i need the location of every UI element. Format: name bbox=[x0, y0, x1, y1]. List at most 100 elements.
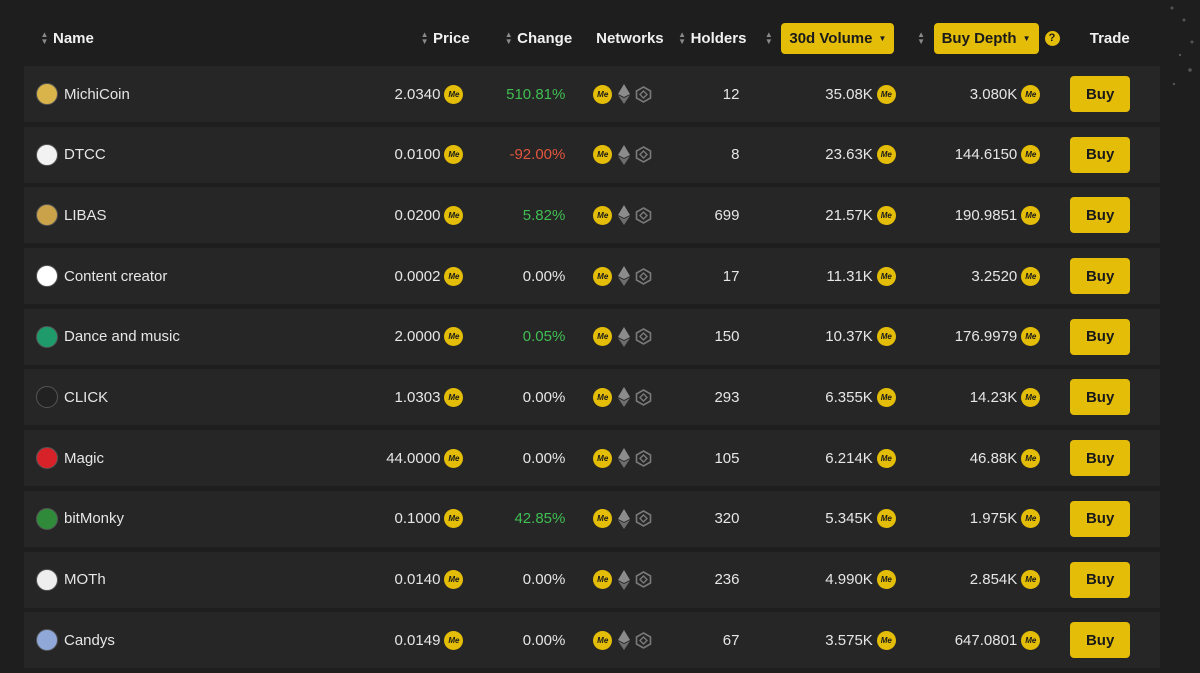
depth-cell: 647.0801 Me bbox=[896, 630, 1041, 650]
trade-cell: Buy bbox=[1040, 500, 1160, 537]
token-name-cell[interactable]: MichiCoin bbox=[24, 83, 333, 105]
header-depth-label: Buy Depth bbox=[941, 29, 1017, 47]
token-avatar bbox=[36, 447, 58, 470]
change-value: 0.00% bbox=[522, 388, 566, 406]
buy-button[interactable]: Buy bbox=[1070, 136, 1131, 173]
depth-cell: 2.854K Me bbox=[896, 570, 1041, 589]
volume-dropdown[interactable]: 30d Volume ▼ bbox=[781, 22, 895, 54]
table-row[interactable]: Content creator 0.0002 Me 0.00% Me 17 11… bbox=[24, 248, 1160, 305]
change-cell: 0.05% bbox=[463, 328, 566, 346]
sort-volume-header[interactable]: ▲ ▼ 30d Volume ▼ bbox=[737, 10, 895, 66]
token-name-cell[interactable]: Dance and music bbox=[24, 325, 333, 348]
token-name: MOTh bbox=[64, 571, 106, 588]
token-avatar bbox=[36, 83, 58, 105]
depth-cell: 46.88K Me bbox=[896, 448, 1041, 468]
help-icon[interactable]: ? bbox=[1044, 30, 1060, 46]
buy-button[interactable]: Buy bbox=[1070, 197, 1131, 234]
token-name-cell[interactable]: CLICK bbox=[24, 386, 333, 409]
buy-button[interactable]: Buy bbox=[1070, 379, 1131, 416]
me-coin-icon: Me bbox=[876, 387, 896, 407]
token-name-cell[interactable]: bitMonky bbox=[24, 507, 333, 530]
holders-value: 67 bbox=[722, 631, 740, 649]
me-network-icon: Me bbox=[593, 145, 613, 165]
header-networks-label: Networks bbox=[596, 29, 664, 47]
token-name-cell[interactable]: LIBAS bbox=[24, 204, 333, 227]
volume-cell: 4.990K Me bbox=[739, 570, 896, 589]
buy-button[interactable]: Buy bbox=[1070, 318, 1131, 355]
me-coin-icon: Me bbox=[444, 327, 464, 347]
table-row[interactable]: DTCC 0.0100 Me -92.00% Me 8 23.63K Me 14… bbox=[24, 126, 1160, 183]
table-row[interactable]: LIBAS 0.0200 Me 5.82% Me 699 21.57K Me 1… bbox=[24, 187, 1160, 244]
token-avatar bbox=[36, 629, 58, 652]
change-cell: 0.00% bbox=[463, 631, 566, 649]
depth-value: 3.080K bbox=[969, 85, 1018, 103]
volume-value: 35.08K bbox=[825, 85, 873, 103]
depth-value: 3.2520 bbox=[971, 267, 1018, 285]
depth-value: 176.9979 bbox=[954, 328, 1018, 346]
token-name-cell[interactable]: Content creator bbox=[24, 265, 333, 288]
volume-cell: 6.355K Me bbox=[739, 387, 896, 407]
holders-cell: 320 bbox=[680, 510, 739, 527]
networks-cell: Me bbox=[565, 630, 680, 651]
sort-change-header[interactable]: ▲ ▼ Change bbox=[470, 10, 572, 66]
table-row[interactable]: Candys 0.0149 Me 0.00% Me 67 3.575K Me 6… bbox=[24, 612, 1160, 669]
token-name-cell[interactable]: DTCC bbox=[24, 143, 333, 166]
bnb-chain-icon bbox=[635, 145, 652, 165]
token-name-cell[interactable]: Magic bbox=[24, 447, 333, 470]
volume-value: 6.355K bbox=[825, 388, 873, 406]
token-name: bitMonky bbox=[64, 510, 125, 528]
buy-button[interactable]: Buy bbox=[1070, 440, 1131, 477]
token-name-cell[interactable]: MOTh bbox=[24, 568, 333, 591]
sort-price-header[interactable]: ▲ ▼ Price bbox=[338, 10, 470, 66]
token-name: CLICK bbox=[64, 388, 109, 406]
trade-cell: Buy bbox=[1040, 197, 1160, 234]
sort-arrows-icon: ▲ ▼ bbox=[764, 30, 773, 46]
price-value: 0.1000 bbox=[394, 510, 441, 528]
price-value: 2.0340 bbox=[394, 85, 441, 103]
me-coin-icon: Me bbox=[1021, 387, 1041, 407]
table-row[interactable]: bitMonky 0.1000 Me 42.85% Me 320 5.345K … bbox=[24, 490, 1160, 547]
depth-cell: 190.9851 Me bbox=[896, 205, 1041, 225]
table-row[interactable]: CLICK 1.0303 Me 0.00% Me 293 6.355K Me 1… bbox=[24, 369, 1160, 426]
buy-button[interactable]: Buy bbox=[1070, 76, 1131, 112]
price-cell: 0.1000 Me bbox=[333, 509, 464, 529]
holders-value: 293 bbox=[714, 388, 740, 406]
change-value: 0.05% bbox=[522, 328, 566, 346]
ethereum-icon bbox=[615, 84, 632, 104]
header-change-label: Change bbox=[517, 29, 573, 47]
token-name-cell[interactable]: Candys bbox=[24, 629, 333, 652]
ethereum-icon bbox=[615, 448, 632, 469]
table-row[interactable]: Magic 44.0000 Me 0.00% Me 105 6.214K Me … bbox=[24, 430, 1160, 487]
sort-name-header[interactable]: ▲ ▼ Name bbox=[24, 10, 338, 66]
holders-value: 236 bbox=[714, 571, 740, 588]
holders-value: 105 bbox=[714, 449, 740, 467]
me-coin-icon: Me bbox=[1021, 327, 1041, 347]
holders-cell: 8 bbox=[680, 146, 739, 163]
token-avatar bbox=[36, 507, 58, 530]
bnb-chain-icon bbox=[635, 630, 652, 650]
depth-cell: 176.9979 Me bbox=[896, 327, 1041, 347]
price-cell: 44.0000 Me bbox=[333, 448, 464, 468]
table-row[interactable]: MOTh 0.0140 Me 0.00% Me 236 4.990K Me 2.… bbox=[24, 551, 1160, 608]
bnb-chain-icon bbox=[635, 570, 652, 590]
change-value: 0.00% bbox=[522, 631, 566, 649]
sort-arrows-icon: ▲ ▼ bbox=[678, 30, 687, 46]
buy-button[interactable]: Buy bbox=[1070, 258, 1131, 295]
me-coin-icon: Me bbox=[1021, 205, 1041, 225]
depth-cell: 3.080K Me bbox=[896, 84, 1041, 104]
holders-cell: 12 bbox=[680, 86, 740, 103]
depth-dropdown[interactable]: Buy Depth ▼ bbox=[933, 22, 1039, 54]
bnb-chain-icon bbox=[635, 205, 652, 225]
sort-depth-header[interactable]: ▲ ▼ Buy Depth ▼ ? bbox=[894, 10, 1060, 66]
table-row[interactable]: Dance and music 2.0000 Me 0.05% Me 150 1… bbox=[24, 308, 1160, 365]
networks-cell: Me bbox=[565, 266, 680, 287]
buy-button[interactable]: Buy bbox=[1070, 622, 1131, 659]
holders-cell: 236 bbox=[680, 571, 739, 588]
header-volume-label: 30d Volume bbox=[789, 29, 873, 47]
buy-button[interactable]: Buy bbox=[1070, 561, 1131, 598]
change-value: -92.00% bbox=[509, 146, 566, 164]
me-coin-icon: Me bbox=[444, 145, 464, 165]
volume-value: 5.345K bbox=[825, 510, 873, 528]
buy-button[interactable]: Buy bbox=[1070, 500, 1131, 537]
table-row[interactable]: MichiCoin 2.0340 Me 510.81% Me 12 35.08K… bbox=[24, 66, 1160, 122]
